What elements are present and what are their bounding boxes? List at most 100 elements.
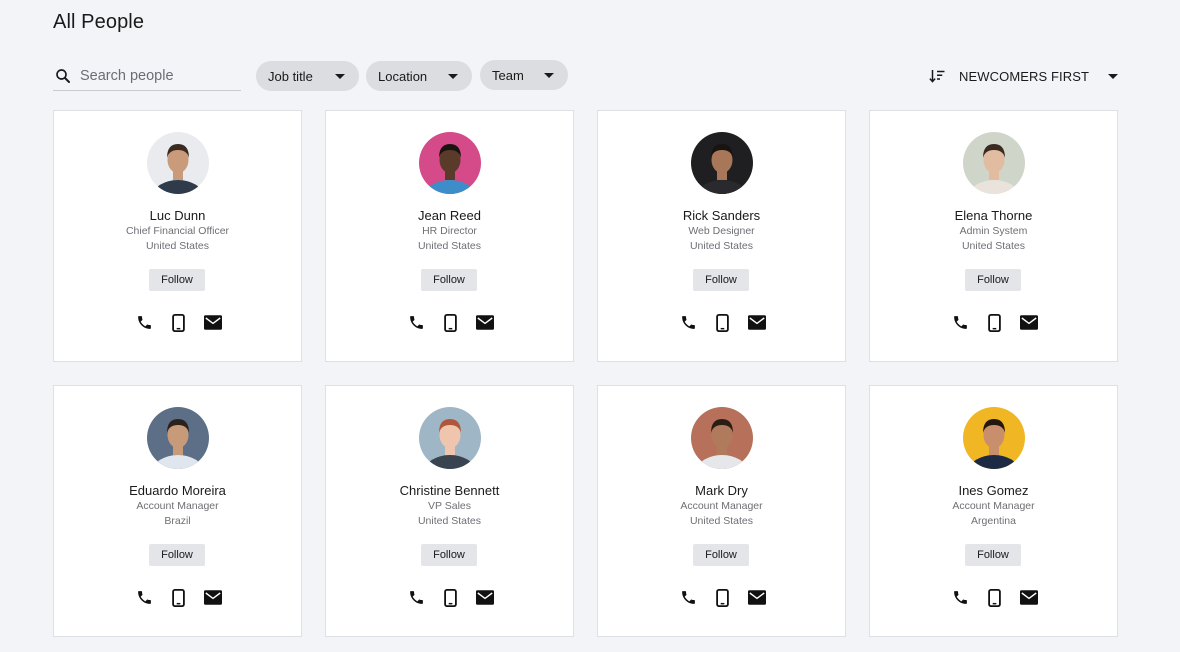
follow-button[interactable]: Follow [421, 544, 477, 566]
avatar-image [147, 132, 209, 194]
search-icon [56, 69, 70, 83]
person-job-title: Account Manager [680, 500, 763, 512]
person-job-title: HR Director [422, 225, 477, 237]
mobile-icon[interactable] [171, 314, 186, 332]
phone-icon[interactable] [680, 314, 697, 331]
chevron-down-icon [544, 73, 554, 78]
person-country: United States [417, 240, 482, 252]
person-name: Jean Reed [418, 208, 481, 223]
contact-actions [678, 589, 768, 607]
person-card: Mark Dry Account Manager United States F… [597, 385, 846, 637]
avatar-image [147, 407, 209, 469]
avatar[interactable] [419, 407, 481, 469]
person-country: United States [689, 240, 754, 252]
follow-button[interactable]: Follow [149, 544, 205, 566]
avatar-image [691, 132, 753, 194]
contact-actions [678, 314, 768, 332]
mobile-icon[interactable] [715, 314, 730, 332]
follow-button[interactable]: Follow [693, 544, 749, 566]
person-country: United States [145, 240, 210, 252]
avatar[interactable] [419, 132, 481, 194]
person-job-title: Web Designer [688, 225, 755, 237]
person-card: Christine Bennett VP Sales United States… [325, 385, 574, 637]
follow-button[interactable]: Follow [421, 269, 477, 291]
person-job-title: Account Manager [136, 500, 219, 512]
phone-icon[interactable] [408, 589, 425, 606]
phone-icon[interactable] [136, 314, 153, 331]
person-country: Brazil [164, 515, 191, 527]
mail-icon[interactable] [1020, 315, 1038, 330]
phone-icon[interactable] [680, 589, 697, 606]
mobile-icon[interactable] [987, 314, 1002, 332]
follow-button[interactable]: Follow [693, 269, 749, 291]
follow-button[interactable]: Follow [965, 269, 1021, 291]
avatar[interactable] [147, 132, 209, 194]
person-card: Eduardo Moreira Account Manager Brazil F… [53, 385, 302, 637]
mobile-icon[interactable] [715, 589, 730, 607]
mail-icon[interactable] [748, 315, 766, 330]
chevron-down-icon [1108, 73, 1119, 79]
person-card: Ines Gomez Account Manager Argentina Fol… [869, 385, 1118, 637]
people-grid: Luc Dunn Chief Financial Officer United … [53, 110, 1118, 637]
person-card: Elena Thorne Admin System United States … [869, 110, 1118, 362]
search-field[interactable] [53, 62, 241, 91]
mobile-icon[interactable] [443, 314, 458, 332]
contact-actions [406, 314, 496, 332]
contact-actions [950, 589, 1040, 607]
person-country: United States [961, 240, 1026, 252]
follow-button[interactable]: Follow [965, 544, 1021, 566]
job-title-filter[interactable]: Job title [256, 61, 359, 91]
team-filter[interactable]: Team [480, 60, 568, 90]
avatar-image [963, 407, 1025, 469]
mail-icon[interactable] [476, 590, 494, 605]
person-country: Argentina [971, 515, 1016, 527]
person-job-title: Chief Financial Officer [125, 225, 230, 237]
person-name: Mark Dry [695, 483, 748, 498]
avatar-image [691, 407, 753, 469]
mail-icon[interactable] [204, 315, 222, 330]
chevron-down-icon [335, 74, 345, 79]
person-card: Jean Reed HR Director United States Foll… [325, 110, 574, 362]
person-card: Rick Sanders Web Designer United States … [597, 110, 846, 362]
person-name: Ines Gomez [958, 483, 1029, 498]
person-name: Luc Dunn [149, 208, 206, 223]
chevron-down-icon [448, 74, 458, 79]
contact-actions [134, 314, 224, 332]
person-name: Rick Sanders [682, 208, 761, 223]
avatar[interactable] [963, 407, 1025, 469]
search-input[interactable] [80, 68, 230, 84]
sort-dropdown[interactable]: NEWCOMERS FIRST [928, 65, 1119, 87]
avatar-image [963, 132, 1025, 194]
person-name: Christine Bennett [399, 483, 500, 498]
person-name: Eduardo Moreira [129, 483, 226, 498]
mobile-icon[interactable] [171, 589, 186, 607]
avatar[interactable] [691, 132, 753, 194]
person-name: Elena Thorne [954, 208, 1033, 223]
phone-icon[interactable] [136, 589, 153, 606]
contact-actions [950, 314, 1040, 332]
avatar[interactable] [691, 407, 753, 469]
sort-label: NEWCOMERS FIRST [959, 68, 1090, 84]
person-card: Luc Dunn Chief Financial Officer United … [53, 110, 302, 362]
avatar[interactable] [963, 132, 1025, 194]
person-job-title: Admin System [959, 225, 1028, 237]
person-job-title: VP Sales [428, 500, 471, 512]
contact-actions [134, 589, 224, 607]
avatar-image [419, 407, 481, 469]
phone-icon[interactable] [952, 314, 969, 331]
mail-icon[interactable] [1020, 590, 1038, 605]
mobile-icon[interactable] [443, 589, 458, 607]
location-filter[interactable]: Location [366, 61, 472, 91]
follow-button[interactable]: Follow [149, 269, 205, 291]
mobile-icon[interactable] [987, 589, 1002, 607]
person-job-title: Account Manager [952, 500, 1035, 512]
mail-icon[interactable] [476, 315, 494, 330]
person-country: United States [417, 515, 482, 527]
contact-actions [406, 589, 496, 607]
phone-icon[interactable] [408, 314, 425, 331]
mail-icon[interactable] [204, 590, 222, 605]
mail-icon[interactable] [748, 590, 766, 605]
avatar[interactable] [147, 407, 209, 469]
sort-icon [929, 70, 945, 83]
phone-icon[interactable] [952, 589, 969, 606]
